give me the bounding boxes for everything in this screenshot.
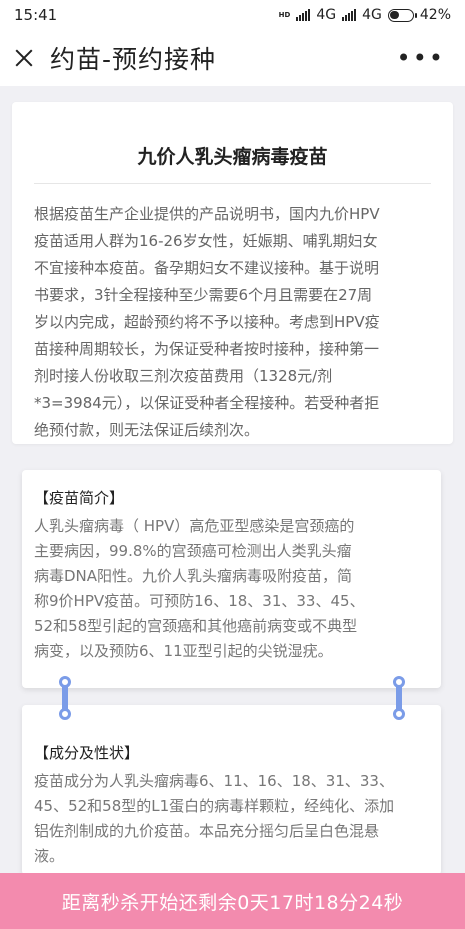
- notice-line: 绝预付款，则无法保证后续剂次。: [34, 421, 260, 439]
- notice-line: 岁以内完成，超龄预约将不予以接种。考虑到HPV疫: [34, 313, 380, 331]
- countdown-button[interactable]: 距离秒杀开始还剩余0天17时18分24秒: [0, 873, 465, 929]
- intro-line: 病毒DNA阳性。九价人乳头瘤病毒吸附疫苗，简: [34, 567, 353, 585]
- notice-line: 苗接种周期较长，为保证受种者按时接种，接种第一: [34, 340, 380, 358]
- intro-line: 称9价HPV疫苗。可预防16、18、31、33、45、: [34, 592, 365, 610]
- network-label-1: 4G: [316, 7, 337, 23]
- status-bar: 15:41 HD 4G 4G 42%: [0, 0, 465, 30]
- notice-line: 剂时接人份收取三剂次疫苗费用（1328元/剂: [34, 367, 333, 385]
- notice-line: 书要求，3针全程接种至少需要6个月且需要在27周: [34, 286, 373, 304]
- intro-line: 病变，以及预防6、11亚型引起的尖锐湿疣。: [34, 642, 333, 660]
- composition-line: 45、52和58型的L1蛋白的病毒样颗粒，经纯化、添加: [34, 797, 395, 815]
- composition-line: 铝佐剂制成的九价疫苗。本品充分摇匀后呈白色混悬: [34, 822, 380, 840]
- page-title: 约苗-预约接种: [50, 45, 217, 74]
- notice-text: 根据疫苗生产企业提供的产品说明书，国内九价HPV 疫苗适用人群为16-26岁女性…: [34, 184, 431, 444]
- battery-percent: 42%: [419, 7, 451, 23]
- status-time: 15:41: [14, 6, 58, 24]
- vaccine-notice-card: 九价人乳头瘤病毒疫苗 根据疫苗生产企业提供的产品说明书，国内九价HPV 疫苗适用…: [12, 102, 453, 444]
- intro-heading: 【疫苗简介】: [34, 489, 125, 507]
- binder-pin-icon-left: [59, 676, 71, 720]
- countdown-text: 距离秒杀开始还剩余0天17时18分24秒: [61, 891, 404, 914]
- intro-line: 52和58型引起的宫颈癌和其他癌前病变或不典型: [34, 617, 358, 635]
- intro-line: 人乳头瘤病毒（ HPV）高危亚型感染是宫颈癌的: [34, 517, 355, 535]
- signal-icon-2: [342, 9, 357, 21]
- vaccine-title: 九价人乳头瘤病毒疫苗: [34, 102, 431, 184]
- binder-pin-icon-right: [393, 676, 405, 720]
- intro-line: 主要病因，99.8%的宫颈癌可检测出人类乳头瘤: [34, 542, 352, 560]
- composition-card: 【成分及性状】 疫苗成分为人乳头瘤病毒6、11、16、18、31、33、 45、…: [22, 705, 441, 875]
- status-indicators: HD 4G 4G 42%: [279, 7, 451, 23]
- notice-line: 根据疫苗生产企业提供的产品说明书，国内九价HPV: [34, 205, 380, 223]
- battery-fill: [390, 11, 400, 19]
- composition-line: 液。: [34, 847, 65, 865]
- notice-line: 不宜接种本疫苗。备孕期妇女不建议接种。基于说明: [34, 259, 380, 277]
- intro-text: 人乳头瘤病毒（ HPV）高危亚型感染是宫颈癌的 主要病因，99.8%的宫颈癌可检…: [34, 514, 429, 664]
- composition-line: 疫苗成分为人乳头瘤病毒6、11、16、18、31、33、: [34, 772, 394, 790]
- battery-icon: [387, 8, 417, 22]
- composition-text: 疫苗成分为人乳头瘤病毒6、11、16、18、31、33、 45、52和58型的L…: [34, 769, 429, 869]
- notice-line: 疫苗适用人群为16-26岁女性，妊娠期、哺乳期妇女: [34, 232, 378, 250]
- network-label-2: 4G: [362, 7, 382, 23]
- hd-icon: HD: [278, 10, 291, 19]
- more-icon[interactable]: •••: [397, 44, 453, 72]
- close-icon[interactable]: [12, 46, 36, 70]
- signal-icon: [296, 9, 311, 21]
- nav-bar: 约苗-预约接种 •••: [0, 30, 465, 86]
- vaccine-intro-card: 【疫苗简介】 人乳头瘤病毒（ HPV）高危亚型感染是宫颈癌的 主要病因，99.8…: [22, 470, 441, 688]
- notice-line: *3=3984元），以保证受种者全程接种。若受种者拒: [34, 394, 380, 412]
- composition-heading: 【成分及性状】: [34, 744, 140, 762]
